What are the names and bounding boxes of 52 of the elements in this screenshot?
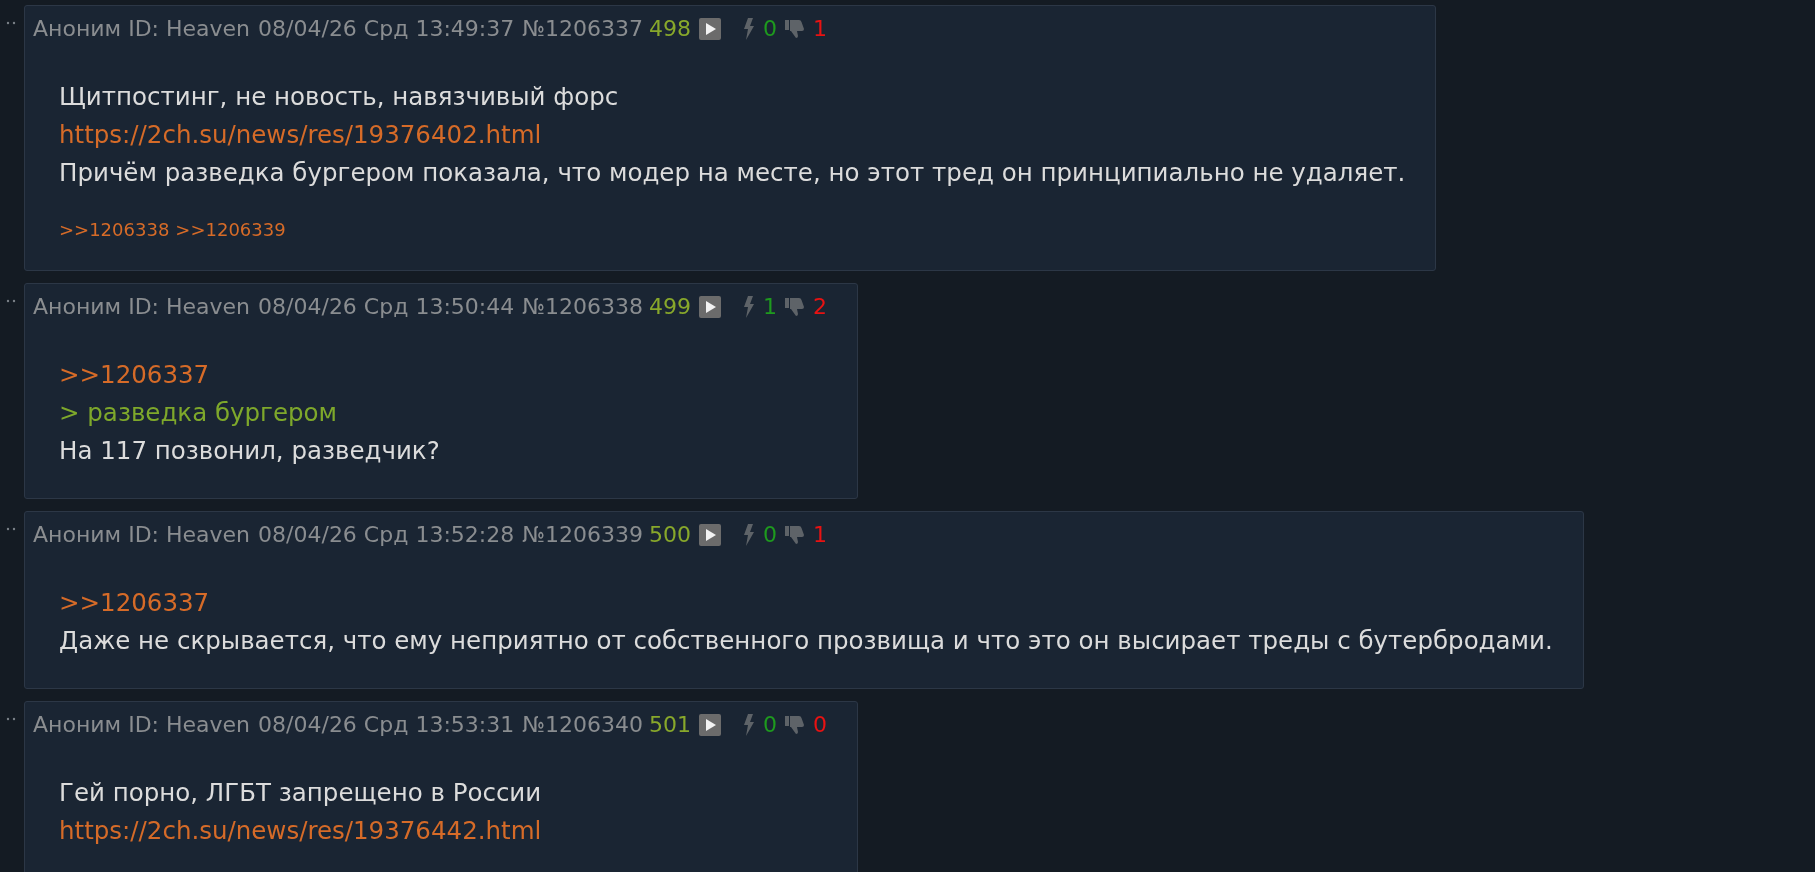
post-author: Аноним ID: Heaven [33, 293, 251, 321]
drag-handle-icon[interactable] [6, 717, 16, 721]
post-count: 501 [649, 711, 692, 739]
post-link[interactable]: >>1206337 [59, 356, 828, 394]
post-text: Щитпостинг, не новость, навязчивый форс [59, 81, 620, 113]
post-link[interactable]: >>1206337 [59, 584, 1553, 622]
drag-handle-icon[interactable] [6, 299, 16, 303]
post-link[interactable]: https://2ch.su/news/res/19376402.html [59, 116, 1406, 154]
like-count: 0 [763, 15, 778, 43]
thumbs-down-icon[interactable] [785, 19, 806, 39]
post-text: На 117 позвонил, разведчик? [59, 435, 441, 467]
post-number-link[interactable]: №1206339 [522, 520, 644, 550]
dislike-count: 1 [813, 521, 828, 549]
post-author: Аноним ID: Heaven [33, 15, 251, 43]
reply-link[interactable]: >>1206338 [59, 218, 170, 242]
lightning-icon[interactable] [743, 18, 756, 40]
post-count: 499 [649, 293, 692, 321]
play-icon[interactable] [699, 18, 722, 40]
post-number-link[interactable]: №1206337 [522, 14, 644, 44]
reply-link[interactable]: >>1206339 [175, 218, 286, 242]
like-count: 0 [763, 711, 778, 739]
post-number-link[interactable]: №1206340 [522, 710, 644, 740]
play-icon[interactable] [699, 524, 722, 546]
thumbs-down-icon[interactable] [785, 297, 806, 317]
quote-text: > разведка бургером [59, 397, 339, 429]
play-icon[interactable] [699, 714, 722, 736]
dislike-count: 1 [813, 15, 828, 43]
post-date: 08/04/26 Срд 13:52:28 [258, 521, 515, 549]
post-text: Причём разведка бургером показала, что модер на месте, но этот тред он принципиально не удаляет. [59, 157, 1406, 189]
like-count: 1 [763, 293, 778, 321]
post-date: 08/04/26 Срд 13:50:44 [258, 293, 515, 321]
post-text: Гей порно, ЛГБТ запрещено в России [59, 777, 543, 809]
post-number-link[interactable]: №1206338 [522, 292, 644, 322]
post-date: 08/04/26 Срд 13:49:37 [258, 15, 515, 43]
post-link[interactable]: https://2ch.su/news/res/19376442.html [59, 812, 828, 850]
thumbs-down-icon[interactable] [785, 715, 806, 735]
lightning-icon[interactable] [743, 524, 756, 546]
dislike-count: 2 [813, 293, 828, 321]
drag-handle-icon[interactable] [6, 21, 16, 25]
post-count: 498 [649, 15, 692, 43]
lightning-icon[interactable] [743, 296, 756, 318]
post-author: Аноним ID: Heaven [33, 711, 251, 739]
thumbs-down-icon[interactable] [785, 525, 806, 545]
play-icon[interactable] [699, 296, 722, 318]
drag-handle-icon[interactable] [6, 527, 16, 531]
lightning-icon[interactable] [743, 714, 756, 736]
post-date: 08/04/26 Срд 13:53:31 [258, 711, 515, 739]
dislike-count: 0 [813, 711, 828, 739]
post-count: 500 [649, 521, 692, 549]
like-count: 0 [763, 521, 778, 549]
post-text: Даже не скрывается, что ему неприятно от собственного прозвища и что это он высирает треды с бутербродами. [59, 625, 1553, 657]
post-author: Аноним ID: Heaven [33, 521, 251, 549]
